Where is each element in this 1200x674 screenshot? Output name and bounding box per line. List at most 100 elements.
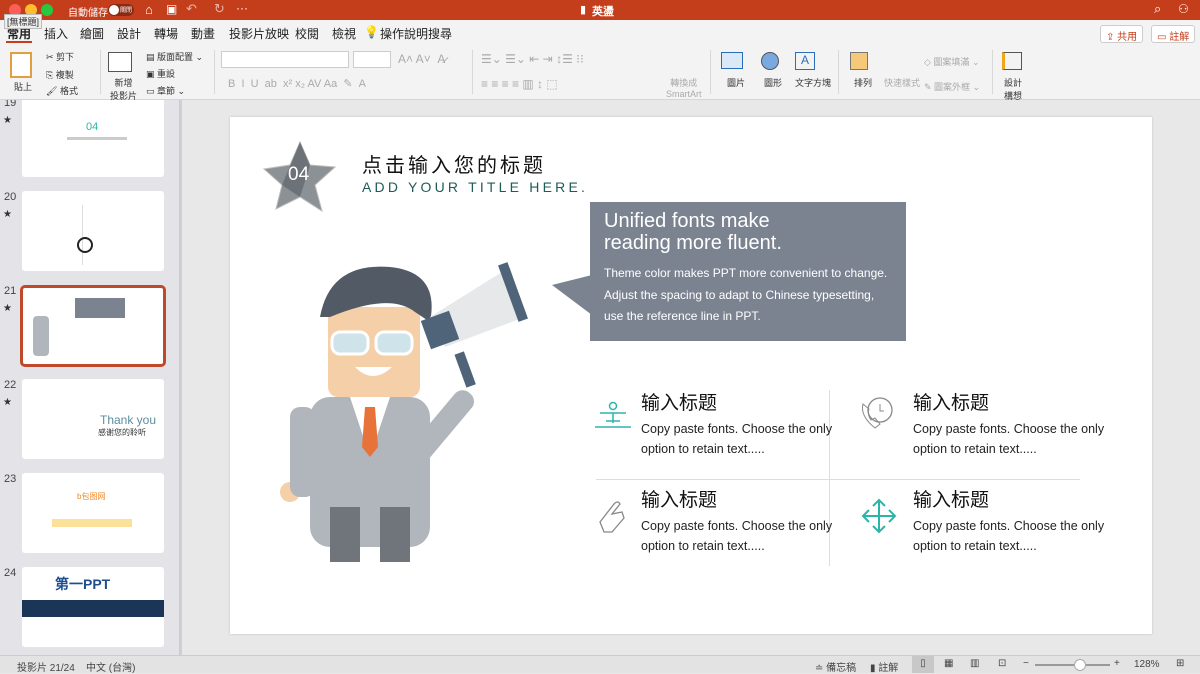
slide-sorter-icon[interactable]: ▦ <box>944 658 953 669</box>
zoom-out-button[interactable]: − <box>1023 658 1029 669</box>
item-text[interactable]: Copy paste fonts. Choose the only option… <box>913 419 1113 459</box>
star-icon: ★ <box>3 303 12 314</box>
item-title[interactable]: 输入标题 <box>913 485 989 512</box>
zoom-slider[interactable] <box>1035 664 1110 666</box>
arrange-icon[interactable] <box>850 52 868 70</box>
search-icon[interactable]: ⌕ <box>1154 1 1161 17</box>
slide-thumbnail-panel[interactable]: 19 ★ 04 20 ★ 21 ★ 22 ★ Thank you 感谢您的聆听 23 b包… <box>0 100 180 655</box>
slide-number: 20 <box>4 191 17 203</box>
language-indicator[interactable]: 中文 (台灣) <box>86 659 135 674</box>
tab-transitions[interactable]: 轉場 <box>154 25 178 42</box>
layout-button[interactable]: ▤ 版面配置 ⌄ <box>146 50 203 63</box>
tab-design[interactable]: 設計 <box>117 25 141 42</box>
font-size-select[interactable] <box>353 51 391 68</box>
callout-body: Theme color makes PPT more convenient to… <box>604 266 888 323</box>
thumbnail-slide-23[interactable]: b包图网 <box>22 473 164 553</box>
arrange-button[interactable]: 排列 <box>854 76 872 89</box>
title-bar: 自動儲存 關閉 ⌂ ▣ ↶ ↻ ··· ▮ 英盪 ⌕ ⚇ <box>0 0 1200 20</box>
section-button[interactable]: ▭ 章節 ⌄ <box>146 84 185 97</box>
status-bar: 投影片 21/24 中文 (台灣) ≐ 備忘稿 ▮ 註解 ▯ ▦ ▥ ⊡ − +… <box>0 655 1200 674</box>
share-button[interactable]: ⇪ 共用 <box>1100 25 1144 43</box>
shapes-button[interactable]: 圖形 <box>764 76 782 89</box>
tab-animations[interactable]: 動畫 <box>191 25 215 42</box>
help-search[interactable]: 操作說明搜尋 <box>380 25 452 42</box>
comments-status-button[interactable]: ▮ 註解 <box>870 659 898 674</box>
slide-number: 24 <box>4 567 17 579</box>
slide-title-en[interactable]: ADD YOUR TITLE HERE. <box>362 179 588 195</box>
new-slide-icon[interactable] <box>108 52 132 72</box>
save-icon[interactable]: ▣ <box>166 2 177 16</box>
slide-number: 21 <box>4 285 17 297</box>
slide-number: 19 <box>4 100 17 109</box>
ribbon: 貼上 ✂ 剪下 ⎘ 複製 🖌 格式 新增 投影片 ▤ 版面配置 ⌄ ▣ 重設 ▭… <box>0 44 1200 102</box>
list-icons[interactable]: ☰⌄ ☰⌄ ⇤ ⇥ ↕☰ ⁝⁝ <box>481 52 584 66</box>
item-title[interactable]: 输入标题 <box>641 485 717 512</box>
fit-to-window-icon[interactable]: ⊞ <box>1176 658 1184 669</box>
more-icon[interactable]: ··· <box>236 1 248 15</box>
tooltip: [無標題] <box>4 14 43 29</box>
item-text[interactable]: Copy paste fonts. Choose the only option… <box>641 516 841 556</box>
comments-button[interactable]: ▭ 註解 <box>1151 25 1196 43</box>
tab-view[interactable]: 檢視 <box>332 25 356 42</box>
callout-title: Unified fonts make reading more fluent. <box>604 210 782 254</box>
font-grow-shrink-icons[interactable]: A˄ A˅ A̷ <box>398 52 445 66</box>
item-title[interactable]: 输入标题 <box>641 388 717 415</box>
shape-icon[interactable] <box>761 52 779 70</box>
notes-button[interactable]: ≐ 備忘稿 <box>815 659 856 674</box>
autosave-toggle[interactable]: 關閉 <box>108 4 134 16</box>
share-people-icon[interactable]: ⚇ <box>1178 2 1189 16</box>
ribbon-tabs: 常用 插入 繪圖 設計 轉場 動畫 投影片放映 校閱 檢視 💡 操作說明搜尋 ⇪… <box>0 20 1200 44</box>
shape-fill-button[interactable]: ◇ 圖案填滿 ⌄ <box>924 55 979 68</box>
callout-box[interactable]: Unified fonts make reading more fluent. … <box>590 202 906 341</box>
designer-button[interactable]: 設計 構想 <box>1004 76 1022 102</box>
normal-view-icon[interactable]: ▯ <box>912 656 934 673</box>
active-tab-indicator <box>6 41 32 43</box>
tab-draw[interactable]: 繪圖 <box>80 25 104 42</box>
tab-insert[interactable]: 插入 <box>44 25 68 42</box>
copy-button[interactable]: ⎘ 複製 <box>46 68 74 81</box>
slide-canvas[interactable]: 04 点击输入您的标题 ADD YOUR TITLE HERE. Unified… <box>230 117 1152 634</box>
font-name-select[interactable] <box>221 51 349 68</box>
undo-icon[interactable]: ↶ <box>186 1 197 17</box>
new-slide-button[interactable]: 新增 投影片 <box>110 76 137 102</box>
redo-icon[interactable]: ↻ <box>214 1 225 17</box>
zoom-in-button[interactable]: + <box>1114 658 1120 669</box>
tab-slideshow[interactable]: 投影片放映 <box>229 25 289 42</box>
thumbnail-slide-19[interactable]: 04 <box>22 100 164 177</box>
paste-button[interactable]: 貼上 <box>14 80 32 93</box>
align-icons[interactable]: ≡ ≡ ≡ ≡ ▥ ↕ ⬚ <box>481 77 558 91</box>
lightbulb-icon: 💡 <box>364 25 379 39</box>
thumbnail-slide-20[interactable] <box>22 191 164 271</box>
font-format-icons[interactable]: B I U ab x² x₂ AV Aa ✎ A <box>228 77 366 90</box>
quick-styles-button[interactable]: 快速樣式 <box>884 76 920 89</box>
picture-button[interactable]: 圖片 <box>727 76 745 89</box>
hand-pointer-icon <box>599 501 625 533</box>
tab-review[interactable]: 校閱 <box>295 25 319 42</box>
item-title[interactable]: 输入标题 <box>913 388 989 415</box>
slideshow-icon[interactable]: ⊡ <box>998 658 1006 669</box>
format-painter-button[interactable]: 🖌 格式 <box>46 84 78 97</box>
paste-icon[interactable] <box>10 52 32 78</box>
item-text[interactable]: Copy paste fonts. Choose the only option… <box>641 419 841 459</box>
smartart-button[interactable]: 轉換成 SmartArt <box>666 76 702 99</box>
zoom-level[interactable]: 128% <box>1134 659 1160 670</box>
star-icon: ★ <box>3 209 12 220</box>
picture-icon[interactable] <box>721 52 743 69</box>
panel-splitter[interactable] <box>180 100 182 655</box>
textbox-icon[interactable]: A <box>795 52 815 70</box>
reset-button[interactable]: ▣ 重設 <box>146 67 175 80</box>
slide-title-cn[interactable]: 点击输入您的标题 <box>362 149 546 178</box>
textbox-button[interactable]: 文字方塊 <box>795 76 831 89</box>
maximize-window-button[interactable] <box>41 4 53 16</box>
cut-button[interactable]: ✂ 剪下 <box>46 50 74 63</box>
zoom-slider-thumb[interactable] <box>1074 659 1086 671</box>
thumbnail-slide-22[interactable]: Thank you 感谢您的聆听 <box>22 379 164 459</box>
thumbnail-slide-21-selected[interactable] <box>20 285 166 367</box>
reading-view-icon[interactable]: ▥ <box>970 658 979 669</box>
shape-outline-button[interactable]: ✎ 圖案外框 ⌄ <box>924 80 980 93</box>
home-icon[interactable]: ⌂ <box>145 2 153 17</box>
thumbnail-slide-24[interactable]: 第一PPT <box>22 567 164 647</box>
designer-icon[interactable] <box>1002 52 1022 70</box>
item-text[interactable]: Copy paste fonts. Choose the only option… <box>913 516 1113 556</box>
document-title[interactable]: 英盪 <box>592 3 614 19</box>
